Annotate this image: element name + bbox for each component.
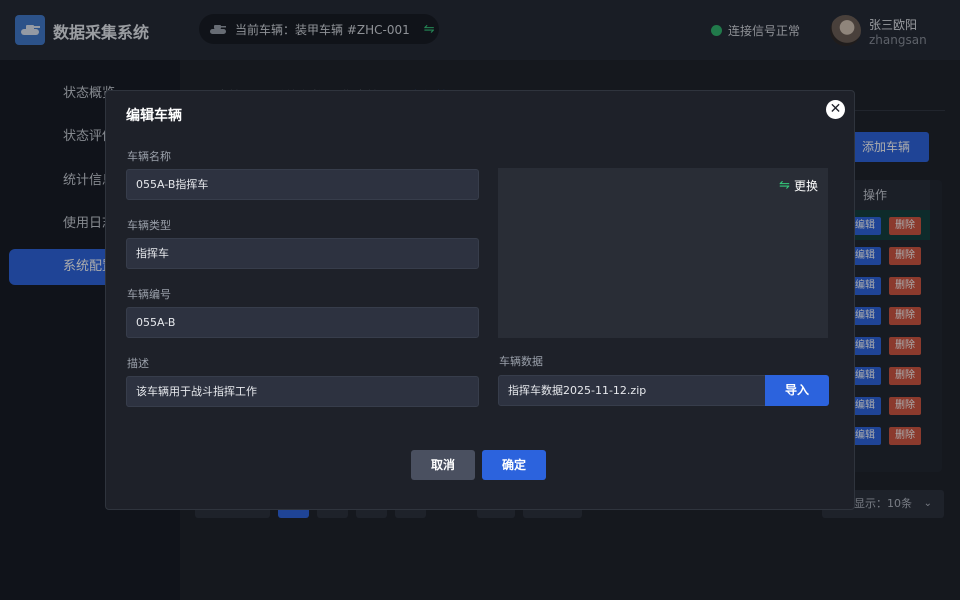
- vehicle-code-field[interactable]: 055A-B: [126, 307, 479, 338]
- swap-image-label: 更换: [793, 179, 818, 193]
- vehicle-type-field[interactable]: 指挥车: [126, 238, 479, 269]
- swap-icon: ⇋: [779, 178, 790, 193]
- edit-vehicle-dialog: 编辑车辆 ✕ 车辆名称 055A-B指挥车 车辆类型 指挥车 车辆编号 055A…: [105, 90, 855, 510]
- description-label: 描述: [127, 357, 149, 370]
- import-button[interactable]: 导入: [765, 375, 829, 406]
- vehicle-type-label: 车辆类型: [127, 219, 171, 232]
- vehicle-data-file-field[interactable]: 指挥车数据2025-11-12.zip: [498, 375, 766, 406]
- vehicle-code-label: 车辆编号: [127, 288, 171, 301]
- confirm-button[interactable]: 确定: [482, 450, 546, 480]
- vehicle-name-label: 车辆名称: [127, 150, 171, 163]
- description-field[interactable]: 该车辆用于战斗指挥工作: [126, 376, 479, 407]
- cancel-button[interactable]: 取消: [411, 450, 475, 480]
- swap-image-button[interactable]: ⇋ 更换: [779, 177, 818, 194]
- vehicle-name-field[interactable]: 055A-B指挥车: [126, 169, 479, 200]
- dialog-title: 编辑车辆: [126, 108, 182, 124]
- close-icon[interactable]: ✕: [826, 100, 845, 119]
- vehicle-data-label: 车辆数据: [499, 355, 543, 368]
- vehicle-image-placeholder: ⇋ 更换: [498, 168, 828, 338]
